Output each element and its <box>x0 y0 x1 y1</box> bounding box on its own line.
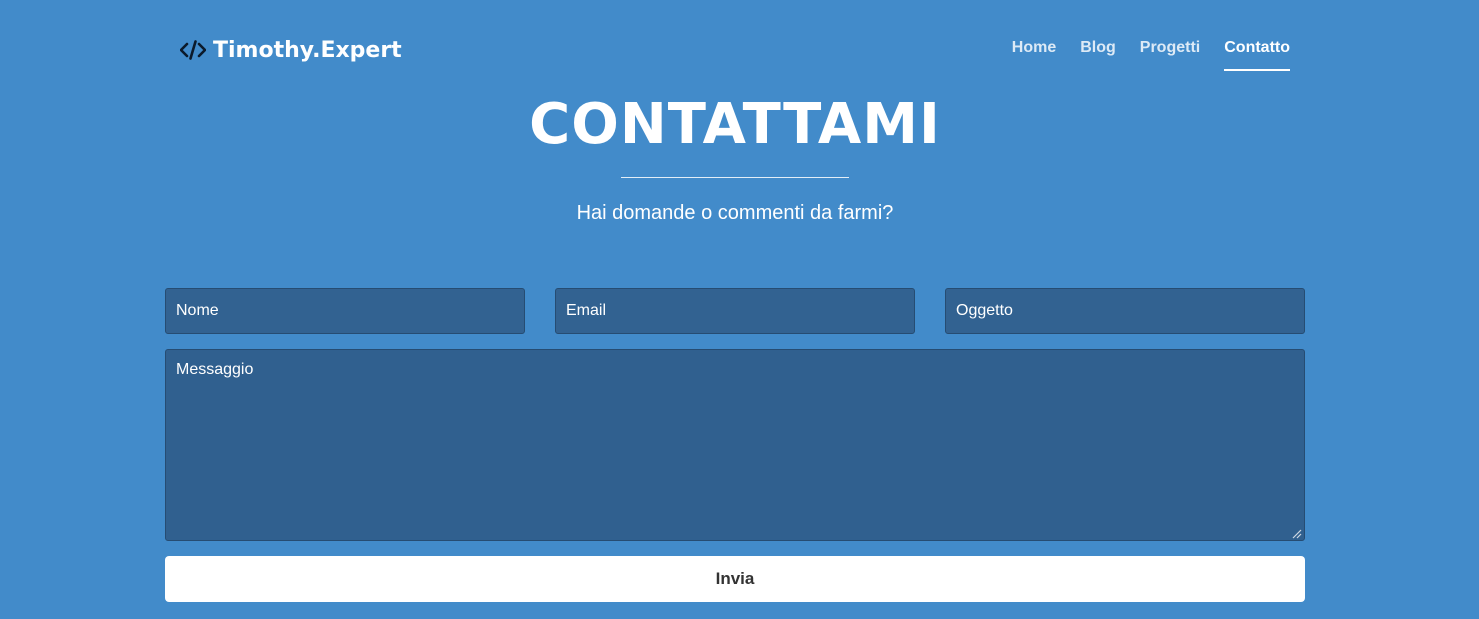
nav-item-blog[interactable]: Blog <box>1080 36 1116 72</box>
nav-item-contatto[interactable]: Contatto <box>1224 36 1290 72</box>
main-nav: Home Blog Progetti Contatto <box>988 36 1290 72</box>
page-title: CONTATTAMI <box>529 92 941 157</box>
oggetto-field[interactable] <box>945 288 1305 334</box>
nome-field[interactable] <box>165 288 525 334</box>
email-field[interactable] <box>555 288 915 334</box>
brand-name: Timothy.Expert <box>213 37 402 63</box>
site-header: Timothy.Expert Home Blog Progetti Contat… <box>180 36 1290 76</box>
contact-page: Timothy.Expert Home Blog Progetti Contat… <box>0 0 1479 619</box>
messaggio-field[interactable] <box>165 349 1305 541</box>
submit-button[interactable]: Invia <box>165 556 1305 602</box>
page-subtitle: Hai domande o commenti da farmi? <box>576 202 894 224</box>
brand-link[interactable]: Timothy.Expert <box>180 36 402 64</box>
nav-item-home[interactable]: Home <box>1012 36 1056 72</box>
title-divider <box>621 177 849 178</box>
code-icon <box>180 39 206 61</box>
nav-item-progetti[interactable]: Progetti <box>1140 36 1200 72</box>
